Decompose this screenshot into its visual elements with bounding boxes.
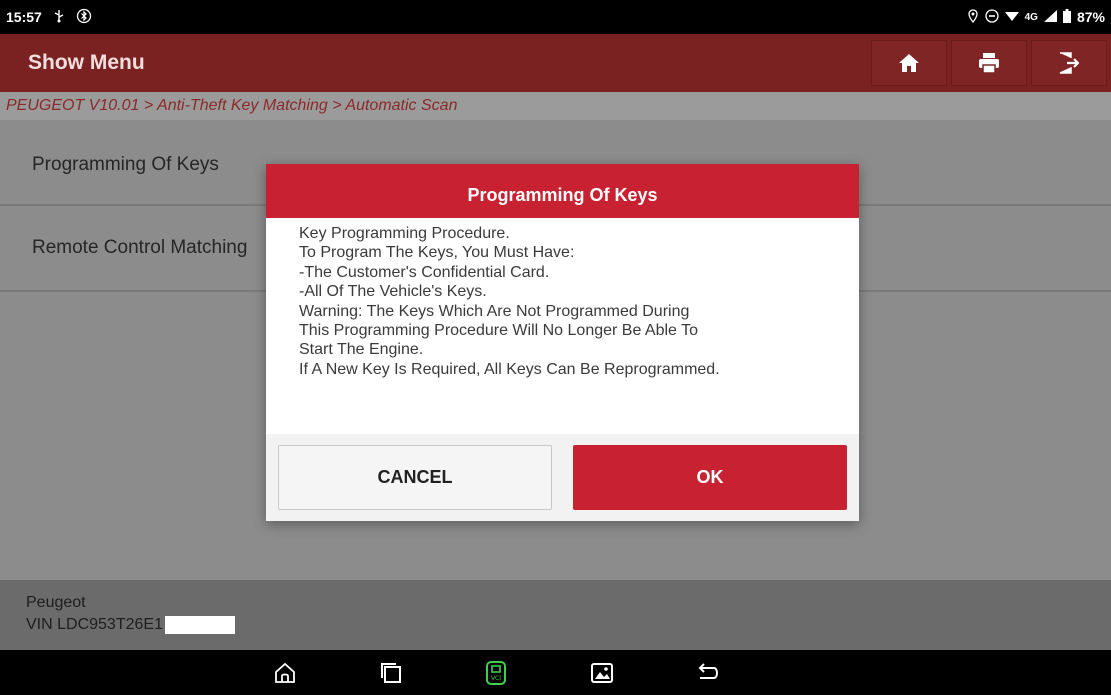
dialog-line: This Programming Procedure Will No Longe… [299,322,698,340]
vehicle-make: Peugeot [26,594,86,611]
wifi-icon [1004,9,1019,25]
network-type: 4G [1024,11,1038,23]
nav-home-button[interactable] [270,658,300,688]
page-title: Show Menu [28,51,145,74]
dialog-message: Key Programming Procedure. To Program Th… [266,218,859,434]
home-button[interactable] [871,40,947,86]
vci-icon: VCI [486,661,506,685]
exit-button[interactable] [1031,40,1107,86]
bluetooth-icon [76,8,92,27]
cell-signal-icon [1043,9,1057,25]
dialog-line: Warning: The Keys Which Are Not Programm… [299,302,690,320]
print-icon [979,53,999,74]
app-title-bar: Show Menu [0,34,1111,92]
nav-gallery-button[interactable] [587,658,617,688]
nav-back-button[interactable] [693,658,723,688]
dialog-line: Key Programming Procedure. [299,225,510,242]
vin-redaction [164,615,235,634]
dialog-line: To Program The Keys, You Must Have: [299,244,575,262]
status-time: 15:57 [6,9,42,25]
exit-icon [1059,52,1079,74]
svg-text:VCI: VCI [491,675,501,682]
battery-level: 87% [1076,9,1105,25]
home-outline-icon [275,662,295,683]
breadcrumb: PEUGEOT V10.01 > Anti-Theft Key Matching… [0,92,1111,120]
home-icon [899,54,919,72]
back-icon [698,663,718,679]
dialog-line: -The Customer's Confidential Card. [299,263,550,281]
nav-vci-button[interactable]: VCI [481,658,511,688]
dialog-line: If A New Key Is Required, All Keys Can B… [299,360,720,378]
recents-icon [381,663,401,683]
image-icon [591,663,613,683]
do-not-disturb-icon [984,8,999,26]
vehicle-info: Peugeot VIN LDC953T26E1 [0,580,1111,650]
dialog-title: Programming Of Keys [266,164,859,218]
menu-item-label: Remote Control Matching [32,237,248,258]
battery-icon [1062,8,1071,26]
print-button[interactable] [951,40,1027,86]
nav-recents-button[interactable] [376,658,406,688]
location-icon [967,8,979,26]
ok-button[interactable]: OK [573,445,847,510]
menu-item-label: Programming Of Keys [32,154,219,175]
usb-icon [52,9,66,26]
status-bar: 15:57 4G 87% [0,0,1111,34]
system-nav-bar: VCI [0,650,1111,695]
dialog-line: -All Of The Vehicle's Keys. [299,283,487,301]
cancel-button[interactable]: CANCEL [278,445,552,510]
programming-of-keys-dialog: Programming Of Keys Key Programming Proc… [266,164,859,521]
vehicle-vin: VIN LDC953T26E1 [26,616,163,633]
dialog-line: Start The Engine. [299,341,424,359]
